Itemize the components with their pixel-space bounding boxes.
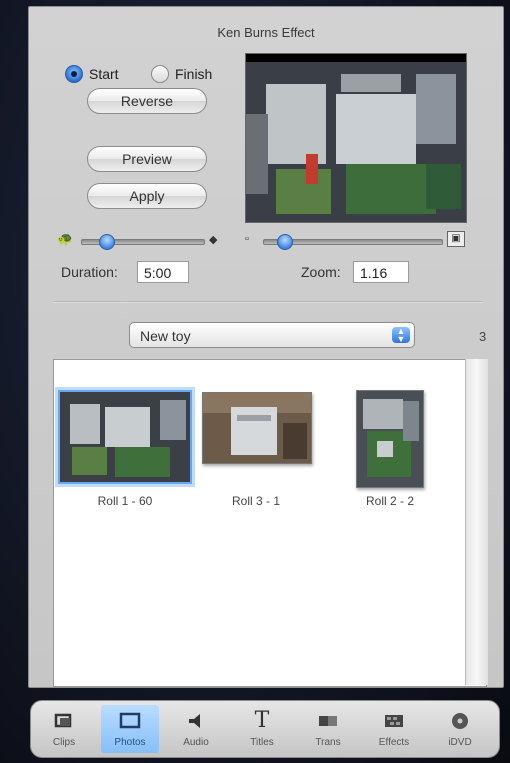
finish-radio-label: Finish <box>175 66 213 82</box>
toolbar-photos-button[interactable]: Photos <box>101 705 159 753</box>
start-radio-dot[interactable] <box>65 65 83 83</box>
album-popup[interactable]: New toy ▲ ▼ <box>129 322 415 348</box>
start-radio[interactable]: Start <box>65 65 119 83</box>
photo-label-3: Roll 2 - 2 <box>365 494 415 508</box>
duration-label: Duration: <box>61 264 118 280</box>
photo-label-1: Roll 1 - 60 <box>97 494 153 508</box>
toolbar-effects-button[interactable]: Effects <box>365 705 423 753</box>
transitions-icon <box>299 709 357 733</box>
hare-icon: ◆ <box>209 234 218 246</box>
toolbar-audio-button[interactable]: Audio <box>167 705 225 753</box>
photo-browser-scrollbar[interactable] <box>465 359 488 685</box>
toolbar-transitions-label: Trans <box>315 737 341 748</box>
zoom-slider-knob[interactable] <box>277 234 293 250</box>
preview-image <box>245 53 467 223</box>
photo-browser: Roll 1 - 60 Roll 3 - 1 Roll 2 - 2 <box>53 359 487 687</box>
toolbar-photos-label: Photos <box>114 737 146 748</box>
apply-button[interactable]: Apply <box>87 183 207 209</box>
zoom-large-icon: ▣ <box>447 231 465 247</box>
zoom-field[interactable]: 1.16 <box>353 261 409 283</box>
tortoise-icon: 🐢 <box>57 231 74 246</box>
preview-button[interactable]: Preview <box>87 146 207 172</box>
toolbar-audio-label: Audio <box>183 737 209 748</box>
reverse-button[interactable]: Reverse <box>87 88 207 114</box>
photo-thumbnail-2[interactable] <box>202 392 312 464</box>
idvd-icon <box>431 709 489 733</box>
bottom-toolbar: Clips Photos Audio T Titles Trans Effect… <box>30 700 500 758</box>
finish-radio[interactable]: Finish <box>151 65 212 83</box>
photo-count: 3 <box>479 329 487 344</box>
popup-arrows-icon: ▲ ▼ <box>392 327 410 344</box>
toolbar-transitions-button[interactable]: Trans <box>299 705 357 753</box>
section-divider <box>53 301 483 303</box>
toolbar-clips-button[interactable]: Clips <box>35 705 93 753</box>
toolbar-effects-label: Effects <box>378 737 410 748</box>
duration-field[interactable]: 5:00 <box>137 261 189 283</box>
toolbar-titles-label: Titles <box>250 737 274 748</box>
photos-icon <box>101 709 159 733</box>
effects-icon <box>365 709 423 733</box>
audio-icon <box>167 709 225 733</box>
zoom-small-icon: ▫ <box>245 233 249 245</box>
titles-icon: T <box>254 708 270 733</box>
photo-thumbnail-3[interactable] <box>356 390 424 488</box>
photo-thumbnail-1[interactable] <box>58 390 192 484</box>
clips-icon <box>35 709 93 733</box>
zoom-label: Zoom: <box>301 264 341 280</box>
panel-title: Ken Burns Effect <box>217 25 315 40</box>
toolbar-titles-button[interactable]: T Titles <box>233 705 291 753</box>
start-radio-label: Start <box>89 66 119 82</box>
finish-radio-dot[interactable] <box>151 65 169 83</box>
toolbar-idvd-label: iDVD <box>448 737 472 748</box>
duration-slider-knob[interactable] <box>99 234 115 250</box>
toolbar-clips-label: Clips <box>52 737 76 748</box>
ken-burns-panel: Ken Burns Effect Start Finish Reverse Pr… <box>28 6 504 688</box>
photo-label-2: Roll 3 - 1 <box>231 494 281 508</box>
album-popup-value: New toy <box>140 328 191 344</box>
toolbar-idvd-button[interactable]: iDVD <box>431 705 489 753</box>
